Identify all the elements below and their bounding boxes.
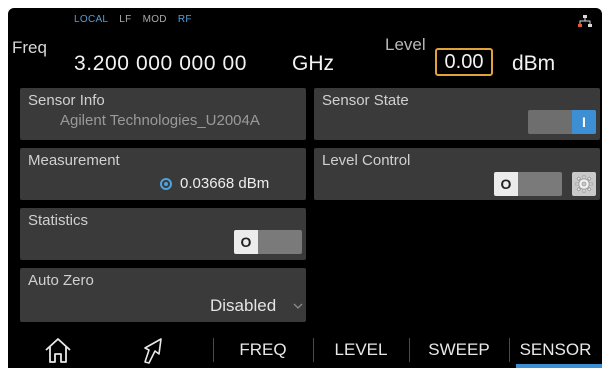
sensor-info-panel[interactable]: Sensor Info Agilent Technologies_U2004A (20, 88, 306, 140)
network-icon (578, 15, 592, 27)
status-mod: MOD (142, 14, 167, 25)
measurement-panel[interactable]: Measurement 0.03668 dBm (20, 148, 306, 200)
status-indicators: LOCAL LF MOD RF (74, 14, 192, 25)
level-value-field[interactable]: 0.00 (435, 48, 493, 76)
measurement-value: 0.03668 dBm (180, 175, 270, 192)
level-control-toggle[interactable]: O (494, 172, 562, 196)
sensor-state-panel: Sensor State I (314, 88, 600, 140)
toggle-track (518, 172, 562, 196)
statistics-panel: Statistics O (20, 208, 306, 260)
bottom-nav-bar: FREQ LEVEL SWEEP SENSOR (8, 332, 602, 368)
status-rf: RF (177, 14, 192, 25)
auto-zero-select[interactable]: Disabled (210, 296, 276, 316)
nav-sensor[interactable]: SENSOR (509, 332, 602, 368)
toggle-track (528, 110, 572, 134)
toggle-track (258, 230, 302, 254)
sensor-info-title: Sensor Info (28, 92, 105, 109)
home-button[interactable] (36, 332, 80, 368)
level-control-title: Level Control (322, 152, 411, 169)
freq-unit: GHz (292, 52, 334, 75)
status-lf: LF (119, 14, 132, 25)
level-control-settings-button[interactable] (572, 172, 596, 196)
arrow-up-right-icon (144, 338, 162, 364)
nav-sweep[interactable]: SWEEP (409, 332, 509, 368)
chevron-down-icon (293, 303, 303, 309)
nav-freq[interactable]: FREQ (213, 332, 313, 368)
auto-zero-title: Auto Zero (28, 272, 94, 289)
measurement-radio[interactable] (160, 178, 172, 190)
sensor-info-value: Agilent Technologies_U2004A (60, 112, 260, 129)
home-icon (45, 338, 71, 363)
toggle-knob: I (572, 110, 596, 134)
freq-label: Freq (12, 38, 47, 57)
freq-value[interactable]: 3.200 000 000 00 (74, 52, 247, 76)
statistics-toggle[interactable]: O (234, 230, 302, 254)
toggle-knob: O (234, 230, 258, 254)
level-control-panel: Level Control O (314, 148, 600, 200)
instrument-screen: LOCAL LF MOD RF Freq 3.200 000 000 00 GH… (8, 8, 602, 368)
sensor-state-toggle[interactable]: I (528, 110, 596, 134)
gear-icon (575, 175, 593, 193)
return-button[interactable] (132, 332, 176, 368)
nav-level[interactable]: LEVEL (313, 332, 409, 368)
level-unit: dBm (512, 52, 556, 75)
sensor-state-title: Sensor State (322, 92, 409, 109)
nav-sensor-active-indicator (516, 364, 602, 368)
level-label: Level (385, 35, 426, 54)
statistics-title: Statistics (28, 212, 89, 229)
status-local: LOCAL (74, 14, 109, 25)
measurement-title: Measurement (28, 152, 120, 169)
auto-zero-panel[interactable]: Auto Zero Disabled (20, 268, 306, 322)
toggle-knob: O (494, 172, 518, 196)
